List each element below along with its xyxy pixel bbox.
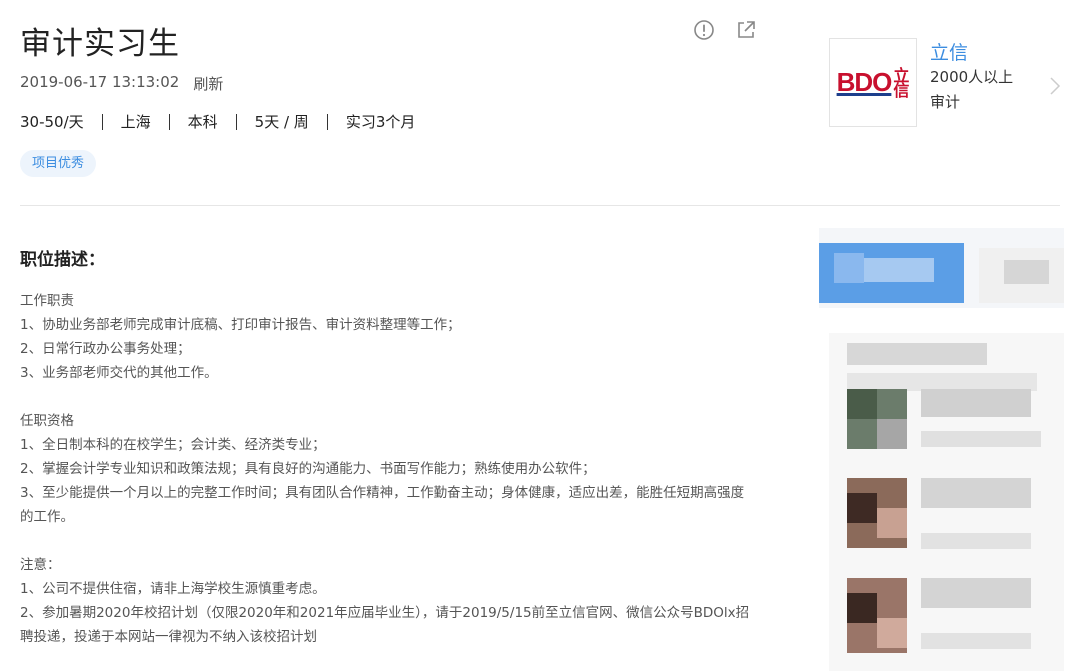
spec-salary: 30-50/天 <box>20 113 84 131</box>
divider <box>101 113 103 130</box>
spec-days: 5天 / 周 <box>254 113 309 131</box>
share-icon[interactable] <box>734 18 758 42</box>
tag-badge: 项目优秀 <box>20 150 97 177</box>
company-name[interactable]: 立信 <box>930 38 968 65</box>
requirement-item: 2、掌握会计学专业知识和政策法规；具有良好的沟通能力、书面写作能力；熟练使用办公… <box>20 461 596 477</box>
section-divider <box>20 205 1060 206</box>
refresh-label: 刷新 <box>193 75 224 93</box>
duty-item: 3、业务部老师交代的其他工作。 <box>20 365 218 381</box>
exclamation-circle-icon[interactable] <box>692 18 716 42</box>
duties-section: 工作职责 1、协助业务部老师完成审计底稿、打印审计报告、审计资料整理等工作； 2… <box>20 289 755 385</box>
company-card[interactable]: BDO 立信 立信 2000人以上 审计 <box>829 38 1061 128</box>
divider <box>235 113 237 130</box>
chevron-right-icon[interactable] <box>1049 76 1061 100</box>
duty-item: 2、日常行政办公事务处理； <box>20 341 191 357</box>
requirement-item: 1、全日制本科的在校学生；会计类、经济类专业； <box>20 437 326 453</box>
description-title: 职位描述： <box>20 250 105 270</box>
company-size: 2000人以上 <box>930 68 1014 86</box>
spec-duration: 实习3个月 <box>345 113 416 131</box>
company-logo[interactable]: BDO 立信 <box>829 38 917 127</box>
job-specs: 30-50/天 上海 本科 5天 / 周 实习3个月 <box>20 111 415 132</box>
spec-degree: 本科 <box>187 113 218 131</box>
notes-heading: 注意： <box>20 557 61 573</box>
obscured-apply-panel <box>819 228 1064 308</box>
post-date: 2019-06-17 13:13:02 <box>20 73 180 91</box>
spec-city: 上海 <box>120 113 151 131</box>
requirements-section: 任职资格 1、全日制本科的在校学生；会计类、经济类专业； 2、掌握会计学专业知识… <box>20 409 755 529</box>
note-item: 2、参加暑期2020年校招计划（仅限2020年和2021年应届毕业生），请于20… <box>20 605 750 645</box>
obscured-related-jobs <box>829 333 1064 671</box>
logo-cn: 立信 <box>893 65 910 100</box>
job-title: 审计实习生 <box>20 26 180 62</box>
note-item: 1、公司不提供住宿，请非上海学校生源慎重考虑。 <box>20 581 326 597</box>
company-industry: 审计 <box>930 93 961 111</box>
logo-text: BDO <box>836 67 893 97</box>
post-meta: 2019-06-17 13:13:02 刷新 <box>20 73 223 94</box>
divider <box>326 113 328 130</box>
notes-section: 注意： 1、公司不提供住宿，请非上海学校生源慎重考虑。 2、参加暑期2020年校… <box>20 553 755 649</box>
duty-item: 1、协助业务部老师完成审计底稿、打印审计报告、审计资料整理等工作； <box>20 317 461 333</box>
requirement-item: 3、至少能提供一个月以上的完整工作时间；具有团队合作精神，工作勤奋主动；身体健康… <box>20 485 745 525</box>
title-actions <box>692 18 758 42</box>
requirements-heading: 任职资格 <box>20 413 74 429</box>
duties-heading: 工作职责 <box>20 293 74 309</box>
divider <box>168 113 170 130</box>
